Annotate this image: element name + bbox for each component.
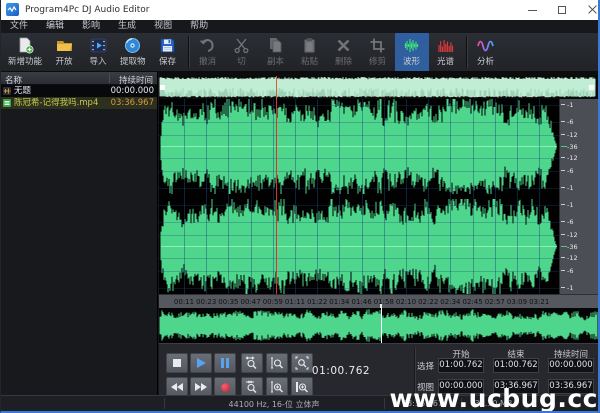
db-scale-left-channel: -1 -6 -12 -36 -12 -6 -1: [560, 99, 599, 194]
rewind-button[interactable]: [166, 377, 188, 397]
overview-waveform[interactable]: [159, 308, 599, 343]
menu-help[interactable]: 帮助: [181, 20, 217, 33]
waveform-view-button[interactable]: 波形: [395, 33, 429, 71]
zoom-ibeam-icon: [270, 356, 284, 370]
right-channel-waveform[interactable]: [159, 199, 559, 294]
menu-file[interactable]: 文件: [1, 20, 37, 33]
menu-effects[interactable]: 影响: [73, 20, 109, 33]
selection-start-field[interactable]: 01:00.762: [438, 358, 484, 373]
new-button[interactable]: 新增功能: [3, 33, 47, 71]
navigator-left-handle[interactable]: [160, 85, 165, 90]
file-row-untitled[interactable]: 无题 00:00.000: [1, 85, 157, 97]
copy-icon: [267, 37, 285, 54]
rewind-icon: [170, 382, 184, 392]
column-divider: [109, 73, 110, 83]
toolbar-separator: [188, 36, 189, 68]
zoom-ibeam2-icon: [270, 380, 284, 394]
app-icon: [6, 3, 19, 16]
play-button[interactable]: [190, 353, 212, 373]
navigator-right-handle[interactable]: [589, 85, 594, 90]
crop-icon: [369, 37, 387, 54]
file-list-header[interactable]: 名称 持续时间: [1, 72, 157, 85]
db-scale: -1 -6 -12 -36 -12 -6 -1 -1 -6 -12 -36 -1…: [559, 99, 599, 294]
play-icon: [197, 358, 206, 368]
zoom-arrows-in-icon: [245, 380, 259, 394]
analyze-wave-icon: [477, 37, 495, 54]
open-folder-icon: [55, 37, 73, 54]
fast-forward-icon: [194, 382, 208, 392]
toolbar: 新增功能 开放 导入 提取物 保存 撤消: [1, 33, 598, 72]
zoom-out-selection-button[interactable]: [241, 377, 263, 397]
title-bar: Program4Pc DJ Audio Editor: [1, 0, 598, 20]
fast-forward-button[interactable]: [190, 377, 212, 397]
file-row-song[interactable]: 陈冠希-记得我吗.mp4 03:36.967: [1, 97, 157, 109]
menu-bar: 文件 编辑 影响 生成 视图 帮助: [1, 20, 598, 33]
record-icon: [221, 383, 230, 392]
open-button[interactable]: 开放: [47, 33, 81, 71]
spectrum-view-button[interactable]: 光谱: [429, 33, 463, 71]
navigator-playhead[interactable]: [276, 76, 277, 99]
zoom-in-selection-button[interactable]: [266, 353, 288, 373]
zoom-selection-h-button[interactable]: [241, 353, 263, 373]
save-icon: [159, 37, 177, 54]
selection-end-field[interactable]: 01:00.762: [493, 358, 539, 373]
file-list-panel: 名称 持续时间 无题 00:00.000 陈冠希-记得我吗.mp4 03:36.…: [1, 72, 158, 395]
selection-duration-field[interactable]: 00:00.000: [548, 358, 594, 373]
left-channel-waveform[interactable]: [159, 99, 559, 194]
delete-button[interactable]: 删除: [327, 33, 361, 71]
paste-icon: [301, 37, 319, 54]
label-selection: 选择: [417, 360, 434, 372]
toolbar-separator: [466, 36, 467, 68]
import-button[interactable]: 导入: [81, 33, 115, 71]
db-scale-right-channel: -1 -6 -12 -36 -12 -6 -1: [560, 199, 599, 294]
extract-button[interactable]: 提取物: [115, 33, 151, 71]
stop-button[interactable]: [166, 353, 188, 373]
trim-button[interactable]: 修剪: [361, 33, 395, 71]
video-clip-icon: [3, 99, 11, 107]
menu-generate[interactable]: 生成: [109, 20, 145, 33]
import-video-icon: [89, 37, 107, 54]
app-window: Program4Pc DJ Audio Editor 文件 编辑 影响 生成 视…: [0, 0, 600, 413]
waveform-display[interactable]: [159, 99, 559, 294]
paste-button[interactable]: 粘贴: [293, 33, 327, 71]
playhead-cursor[interactable]: [276, 99, 277, 294]
overview-playhead[interactable]: [381, 308, 382, 343]
scissors-icon: [233, 37, 251, 54]
editor-area: -1 -6 -12 -36 -12 -6 -1 -1 -6 -12 -36 -1…: [159, 72, 599, 395]
menu-edit[interactable]: 编辑: [37, 20, 73, 33]
zoom-arrows-icon: [245, 356, 259, 370]
watermark: www.ucbug.cc: [389, 384, 598, 413]
copy-button[interactable]: 副本: [259, 33, 293, 71]
new-file-icon: [16, 37, 34, 54]
cut-button[interactable]: 切: [225, 33, 259, 71]
save-button[interactable]: 保存: [151, 33, 185, 71]
window-title: Program4Pc DJ Audio Editor: [25, 5, 149, 15]
pause-button[interactable]: [214, 353, 236, 373]
time-ruler[interactable]: 00:11 00:23 00:35 00:47 00:59 01:11 01:2…: [159, 294, 599, 308]
undo-button[interactable]: 撤消: [191, 33, 225, 71]
stop-icon: [173, 359, 181, 367]
zoom-vertical-button[interactable]: [291, 377, 313, 397]
zoom-bar-icon: [295, 380, 309, 394]
navigator-strip[interactable]: [159, 76, 599, 99]
zoom-out-selection-v-button[interactable]: [266, 377, 288, 397]
undo-icon: [199, 37, 217, 54]
maximize-button[interactable]: [548, 0, 576, 20]
status-sample-info: 44100 Hz, 16-位 立体声: [164, 399, 384, 410]
waveform-icon: [403, 37, 421, 54]
menu-view[interactable]: 视图: [145, 20, 181, 33]
audio-clip-icon: [3, 87, 11, 95]
time-display: 01:00.762: [301, 365, 381, 377]
pause-icon: [221, 358, 229, 368]
cd-icon: [124, 37, 142, 54]
close-button[interactable]: [578, 0, 600, 20]
record-button[interactable]: [214, 377, 236, 397]
delete-x-icon: [335, 37, 353, 54]
spectrum-icon: [437, 37, 455, 54]
analyze-button[interactable]: 分析: [469, 33, 503, 71]
minimize-button[interactable]: [518, 0, 546, 20]
